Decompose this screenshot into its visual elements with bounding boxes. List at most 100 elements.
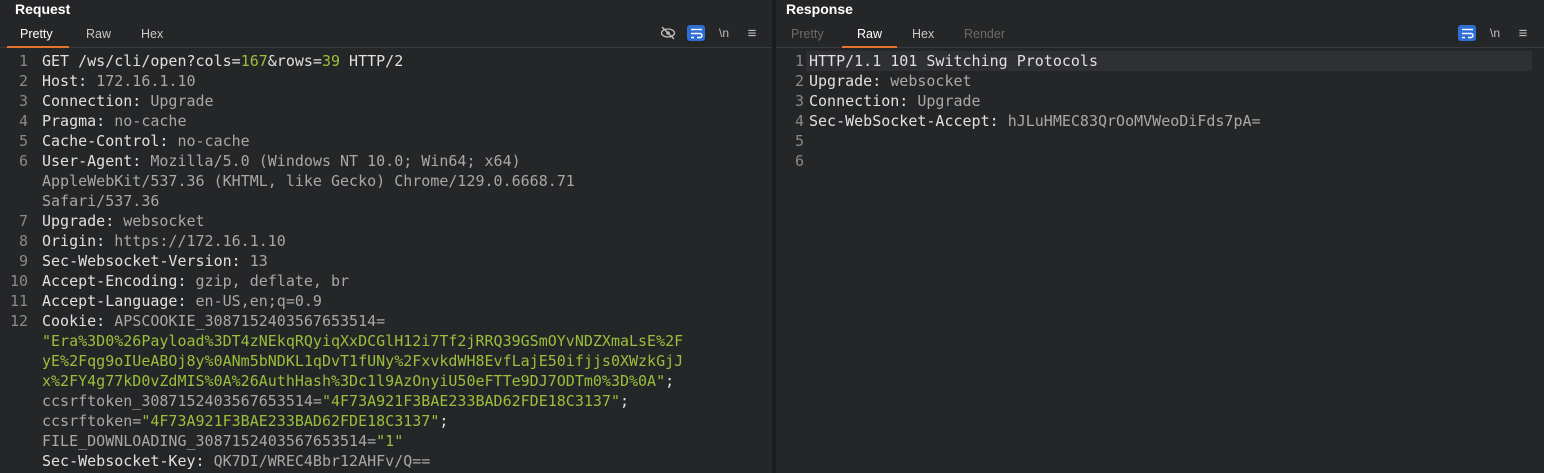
line-number: 6 [18,152,28,170]
key-token: Upgrade: [809,72,891,90]
value-token: Safari/537.36 [42,192,160,210]
line-number: 9 [18,252,28,270]
code-line: Cache-Control: no-cache [42,131,250,151]
value-token: websocket [890,72,972,90]
line-number: 3 [18,92,28,110]
code-line: Origin: https://172.16.1.10 [42,231,286,251]
line-number: 1 [18,52,28,70]
newline-icon[interactable]: \n [715,25,733,41]
code-line: Upgrade: websocket [42,211,205,231]
key-token: GET /ws/cli/open?cols= [42,52,241,70]
code-line: Sec-Websocket-Key: QK7DI/WREC4Bbr12AHFv/… [42,451,430,471]
value-token: ccsrftoken= [42,412,142,430]
value-token: en-US,en;q=0.9 [195,292,322,310]
line-number: 4 [794,112,804,130]
line-number: 5 [794,132,804,150]
request-title: Request [15,1,71,17]
value-token: APSCOOKIE_3087152403567653514= [114,312,386,330]
active-tab-indicator [842,46,897,48]
key-token: Host: [42,72,97,90]
menu-icon[interactable]: ≡ [743,25,761,42]
string-token: yE%2Fqg9oIUeABOj8y%0ANm5bNDKL1qDvT1fUNy%… [42,352,684,370]
code-line: Pragma: no-cache [42,111,187,131]
key-token: Accept-Language: [42,292,196,310]
line-number: 3 [794,92,804,110]
menu-icon[interactable]: ≡ [1514,25,1532,42]
request-editor[interactable]: 12345678910111213 GET /ws/cli/open?cols=… [0,49,772,473]
code-line: Connection: Upgrade [42,91,214,111]
hide-icon[interactable] [659,25,677,41]
newline-icon[interactable]: \n [1486,25,1504,41]
string-token: 39 [321,52,341,70]
code-line: Sec-Websocket-Version: 13 [42,251,268,271]
wrap-icon[interactable] [687,25,705,41]
code-line: AppleWebKit/537.36 (KHTML, like Gecko) C… [42,171,575,191]
code-line: HTTP/1.1 101 Switching Protocols [809,51,1098,71]
value-token: ccsrftoken_3087152403567653514= [42,392,322,410]
string-token: "Era%3D0%26Payload%3DT4zNEkqRQyiqXxDCGlH… [42,332,684,350]
code-line: Sec-WebSocket-Accept: hJLuHMEC83QrOoMVWe… [809,111,1261,131]
tab-pretty: Pretty [791,27,824,41]
key-token: Sec-WebSocket-Accept: [809,112,1008,130]
key-token: Connection: [809,92,918,110]
line-number: 1 [794,52,804,70]
value-token: QK7DI/WREC4Bbr12AHFv/Q== [213,452,431,470]
key-token: User-Agent: [42,152,151,170]
code-line: Upgrade: websocket [809,71,972,91]
string-token: "1" [376,432,404,450]
key-token: Connection: [42,92,151,110]
response-pane: Response Pretty Raw Hex Render \n ≡ 1 2 3 4… [776,0,1544,473]
value-token: Upgrade [917,92,981,110]
tab-hex[interactable]: Hex [912,27,934,41]
value-token: no-cache [114,112,187,130]
line-number: 7 [18,212,28,230]
code-line: ccsrftoken="4F73A921F3BAE233BAD62FDE18C3… [42,411,448,431]
response-editor[interactable]: 123456 HTTP/1.1 101 Switching Protocols U… [776,49,1544,473]
value-token: FILE_DOWNLOADING_3087152403567653514= [42,432,377,450]
line-number: 10 [9,272,28,290]
key-token: HTTP/1.1 101 Switching Protocols [809,52,1098,70]
key-token: HTTP/2 [340,52,404,70]
key-token: ; [619,392,630,410]
value-token: AppleWebKit/537.36 (KHTML, like Gecko) C… [42,172,575,190]
value-token: gzip, deflate, br [195,272,350,290]
wrap-icon[interactable] [1458,25,1476,41]
key-token: Upgrade: [42,212,124,230]
code-line: Host: 172.16.1.10 [42,71,196,91]
key-token: Origin: [42,232,115,250]
request-tabs: Pretty Raw Hex [0,24,772,48]
key-token: Sec-Websocket-Version: [42,252,250,270]
key-token: Accept-Encoding: [42,272,196,290]
code-line: GET /ws/cli/open?cols=167&rows=39 HTTP/2 [42,51,403,71]
key-token: Sec-Websocket-Key: [42,452,214,470]
key-token: ; [665,372,675,390]
string-token: x%2FY4g77kD0vZdMIS%0A%26AuthHash%3Dc1l9A… [42,372,666,390]
value-token: no-cache [177,132,250,150]
key-token: Cache-Control: [42,132,178,150]
response-tabs: Pretty Raw Hex Render [776,24,1544,48]
code-line: yE%2Fqg9oIUeABOj8y%0ANm5bNDKL1qDvT1fUNy%… [42,351,683,371]
code-line: Accept-Language: en-US,en;q=0.9 [42,291,322,311]
string-token: "4F73A921F3BAE233BAD62FDE18C3137" [321,392,620,410]
code-line: ccsrftoken_3087152403567653514="4F73A921… [42,391,629,411]
line-number: 5 [18,132,28,150]
value-token: 13 [249,252,268,270]
tab-hex[interactable]: Hex [141,27,163,41]
code-line: Safari/537.36 [42,191,159,211]
line-number: 8 [18,232,28,250]
value-token: Upgrade [150,92,214,110]
tab-raw[interactable]: Raw [857,27,882,41]
code-line: User-Agent: Mozilla/5.0 (Windows NT 10.0… [42,151,521,171]
key-token: Pragma: [42,112,115,130]
line-number: 12 [9,312,28,330]
line-number: 2 [794,72,804,90]
line-number: 2 [18,72,28,90]
tab-pretty[interactable]: Pretty [20,27,53,41]
code-line: Accept-Encoding: gzip, deflate, br [42,271,349,291]
tab-raw[interactable]: Raw [86,27,111,41]
code-line: x%2FY4g77kD0vZdMIS%0A%26AuthHash%3Dc1l9A… [42,371,674,391]
code-line: "Era%3D0%26Payload%3DT4zNEkqRQyiqXxDCGlH… [42,331,683,351]
active-tab-indicator [7,46,69,48]
value-token: Mozilla/5.0 (Windows NT 10.0; Win64; x64… [150,152,521,170]
value-token: 172.16.1.10 [96,72,196,90]
